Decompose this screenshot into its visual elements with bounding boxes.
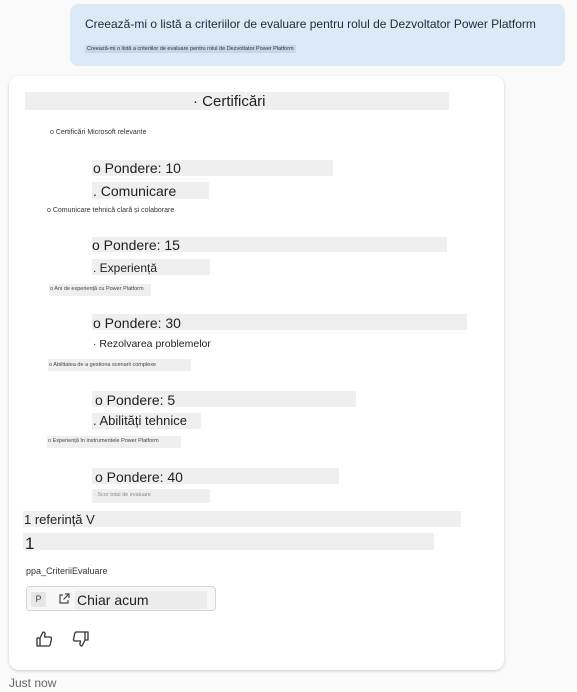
- reference-time: Chiar acum: [75, 591, 207, 609]
- response-card: · Certificări o Certificări Microsoft re…: [9, 76, 504, 670]
- message-timestamp: Just now: [9, 676, 57, 690]
- criterion-title: . Experiență: [93, 261, 158, 275]
- criterion-description: o Comunicare tehnică clară și colaborare: [47, 207, 175, 214]
- thumbs-down-icon[interactable]: [71, 629, 91, 649]
- references-toggle[interactable]: 1 referință V: [24, 512, 95, 527]
- user-message-subtext: Creează-mi o listă a criteriilor de eval…: [85, 45, 296, 53]
- criterion-weight: o Pondere: 40: [95, 469, 183, 485]
- criterion-description: o Certificări Microsoft relevante: [50, 129, 147, 136]
- criterion-description: o Experiență în instrumentele Power Plat…: [48, 438, 159, 444]
- criterion-weight: o Pondere: 5: [95, 392, 176, 408]
- thumbs-up-icon[interactable]: [34, 629, 54, 649]
- reference-name: ppa_CriteriiEvaluare: [26, 566, 108, 576]
- criterion-description: o Abilitatea de a gestiona scenarii comp…: [49, 362, 157, 368]
- section-heading: · Certificări: [193, 93, 266, 110]
- criterion-weight: o Pondere: 30: [93, 315, 181, 331]
- reference-badge: P: [31, 592, 46, 607]
- criterion-weight: o Pondere: 10: [93, 160, 181, 176]
- user-message-text: Creează-mi o listă a criteriilor de eval…: [85, 17, 536, 31]
- user-message-bubble: Creează-mi o listă a criteriilor de eval…: [70, 4, 565, 66]
- criterion-description: o Ani de experiență cu Power Platform: [50, 286, 144, 292]
- criterion-weight: o Pondere: 15: [92, 237, 180, 253]
- criterion-title: · Rezolvarea problemelor: [93, 338, 211, 350]
- reference-number: 1: [25, 534, 35, 553]
- reference-number-highlight: [23, 533, 434, 550]
- criterion-title: . Abilități tehnice: [93, 413, 187, 428]
- criterion-title: . Comunicare: [93, 183, 177, 199]
- external-link-icon[interactable]: [57, 592, 71, 606]
- reference-chip[interactable]: P Chiar acum: [26, 586, 216, 611]
- criterion-title: · Scor total de evaluare: [94, 492, 151, 498]
